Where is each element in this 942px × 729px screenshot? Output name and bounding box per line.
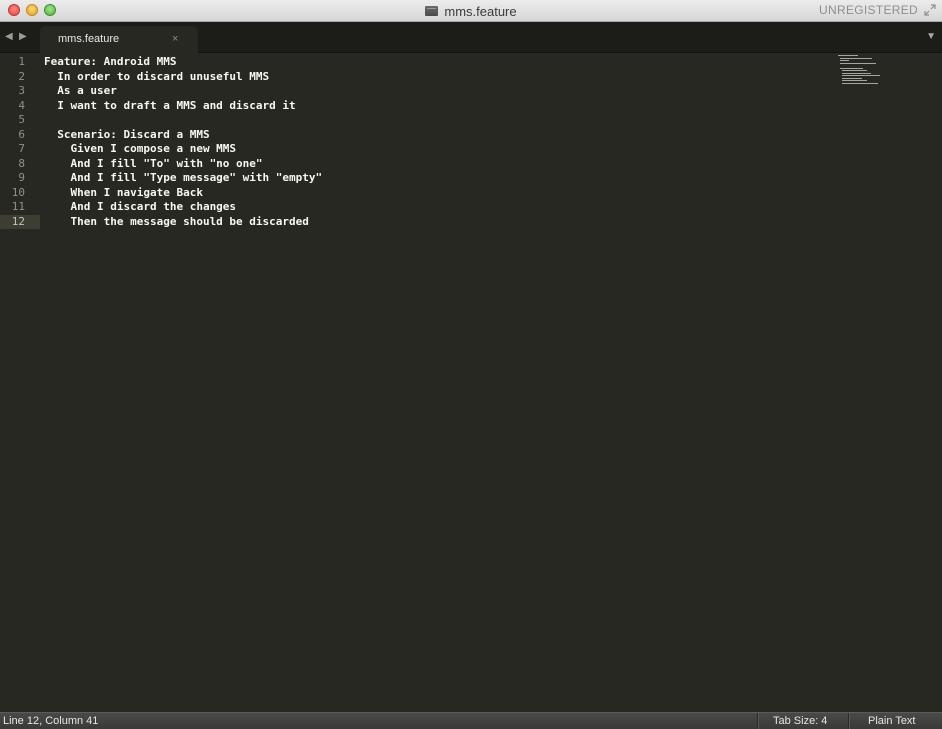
status-bar: Line 12, Column 41 Tab Size: 4 Plain Tex… — [0, 712, 942, 729]
cursor-position-label: Line 12, Column 41 — [3, 715, 99, 727]
fullscreen-icon[interactable] — [924, 4, 936, 16]
title-bar: mms.feature UNREGISTERED — [0, 0, 942, 22]
code-line[interactable]: As a user — [44, 84, 834, 99]
code-line[interactable]: Feature: Android MMS — [44, 55, 834, 70]
zoom-window-button[interactable] — [44, 4, 56, 16]
line-number: 9 — [18, 171, 25, 184]
tab-close-icon[interactable]: × — [172, 33, 178, 45]
forward-arrow-icon[interactable]: ▶ — [19, 31, 27, 43]
line-number: 11 — [11, 200, 25, 213]
line-number: 8 — [18, 156, 25, 170]
code-line[interactable]: When I navigate Back — [44, 186, 834, 201]
code-line[interactable]: Scenario: Discard a MMS — [44, 128, 834, 143]
editor-area[interactable]: 1 2 3 4 5 6 7 8 9 10 11 12 Feature: Android MMS In … — [0, 53, 942, 712]
tab-bar: ◀ ▶ mms.feature × ▼ — [0, 22, 942, 53]
minimap[interactable] — [838, 55, 882, 85]
tab-list-dropdown-icon[interactable]: ▼ — [926, 31, 936, 42]
code-line[interactable]: I want to draft a MMS and discard it — [44, 99, 834, 114]
code-line[interactable]: And I fill "To" with "no one" — [44, 157, 834, 172]
minimize-window-button[interactable] — [26, 4, 38, 16]
document-icon — [425, 6, 439, 16]
line-number: 1 — [18, 55, 25, 68]
code-line[interactable]: And I discard the changes — [44, 200, 834, 215]
editor-window: mms.feature UNREGISTERED ◀ ▶ mms.feature… — [0, 0, 942, 729]
code-line[interactable]: Then the message should be discarded — [44, 215, 834, 230]
status-divider — [757, 713, 758, 729]
line-number-gutter: 1 2 3 4 5 6 7 8 9 10 11 12 — [0, 55, 40, 229]
code-line[interactable]: And I fill "Type message" with "empty" — [44, 171, 834, 186]
minimap-line — [838, 82, 882, 85]
window-title: mms.feature — [444, 3, 517, 19]
window-title-group: mms.feature — [0, 0, 942, 22]
tab-label: mms.feature — [58, 33, 120, 45]
line-number: 5 — [18, 113, 25, 126]
line-number: 10 — [11, 185, 25, 199]
line-number: 2 — [18, 69, 25, 83]
close-window-button[interactable] — [8, 4, 20, 16]
tab-size-selector[interactable]: Tab Size: 4 — [773, 715, 827, 727]
line-number: 7 — [18, 142, 25, 155]
line-number: 4 — [18, 98, 25, 112]
line-number: 6 — [18, 127, 25, 141]
line-number: 3 — [18, 84, 25, 97]
code-text-area[interactable]: Feature: Android MMS In order to discard… — [44, 55, 834, 229]
code-line[interactable] — [44, 113, 834, 128]
syntax-selector[interactable]: Plain Text — [868, 715, 916, 727]
code-line[interactable]: Given I compose a new MMS — [44, 142, 834, 157]
status-divider — [848, 713, 849, 729]
back-arrow-icon[interactable]: ◀ — [5, 31, 13, 43]
line-number: 12 — [0, 214, 40, 229]
license-status-label: UNREGISTERED — [819, 3, 918, 17]
tab-mms-feature[interactable]: mms.feature × — [40, 26, 198, 53]
code-line[interactable]: In order to discard unuseful MMS — [44, 70, 834, 85]
